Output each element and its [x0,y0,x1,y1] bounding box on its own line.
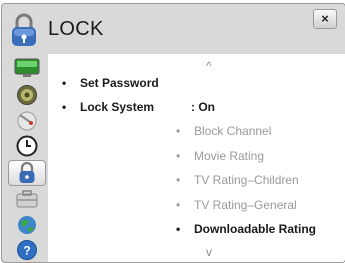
sidebar-item-network[interactable] [10,214,44,236]
menu-item-label: TV Rating–Children [194,173,299,187]
sidebar-item-picture[interactable] [10,57,44,79]
title-bar: LOCK × [2,4,345,54]
menu-item-downloadable-rating[interactable]: • Downloadable Rating [176,222,316,236]
bullet: • [62,100,67,114]
sidebar-item-option[interactable] [10,188,44,210]
bullet: • [62,76,67,90]
menu-item-label: Lock System [80,100,155,114]
bullet: • [176,173,181,187]
sidebar-item-sound[interactable] [10,84,44,106]
menu-item-lock-system[interactable]: • Lock System : On [62,100,215,114]
lock-icon [10,12,38,48]
menu-item-tv-rating-general: • TV Rating–General [176,198,297,212]
bullet: • [176,124,181,138]
menu-item-set-password[interactable]: • Set Password [62,76,159,90]
menu-item-label: Set Password [80,76,159,90]
page-title: LOCK [48,18,104,40]
menu-item-movie-rating: • Movie Rating [176,149,264,163]
svg-text:?: ? [23,244,30,258]
scroll-up-arrow[interactable]: ^ [206,59,212,73]
sidebar-item-support[interactable]: ? [10,239,44,261]
scroll-down-arrow[interactable]: v [206,245,212,259]
menu-item-tv-rating-children: • TV Rating–Children [176,173,299,187]
bullet: • [176,222,181,236]
menu-item-label: Downloadable Rating [194,222,317,236]
sidebar-item-channel[interactable] [10,109,44,131]
settings-sidebar: ? [8,54,46,260]
lock-system-value: : On [191,100,215,114]
lock-settings-panel: ^ • Set Password • Lock System : On • Block… [48,54,345,262]
lock-menu-window: LOCK × ? ^ • Set Password • Lock System … [1,3,345,263]
menu-item-block-channel: • Block Channel [176,124,271,138]
bullet: • [176,198,181,212]
menu-item-label: Movie Rating [194,149,265,163]
sidebar-item-lock[interactable] [8,160,46,186]
bullet: • [176,149,181,163]
close-button[interactable]: × [313,9,337,29]
menu-item-label: TV Rating–General [194,198,297,212]
sidebar-item-time[interactable] [10,135,44,157]
menu-item-label: Block Channel [194,124,272,138]
